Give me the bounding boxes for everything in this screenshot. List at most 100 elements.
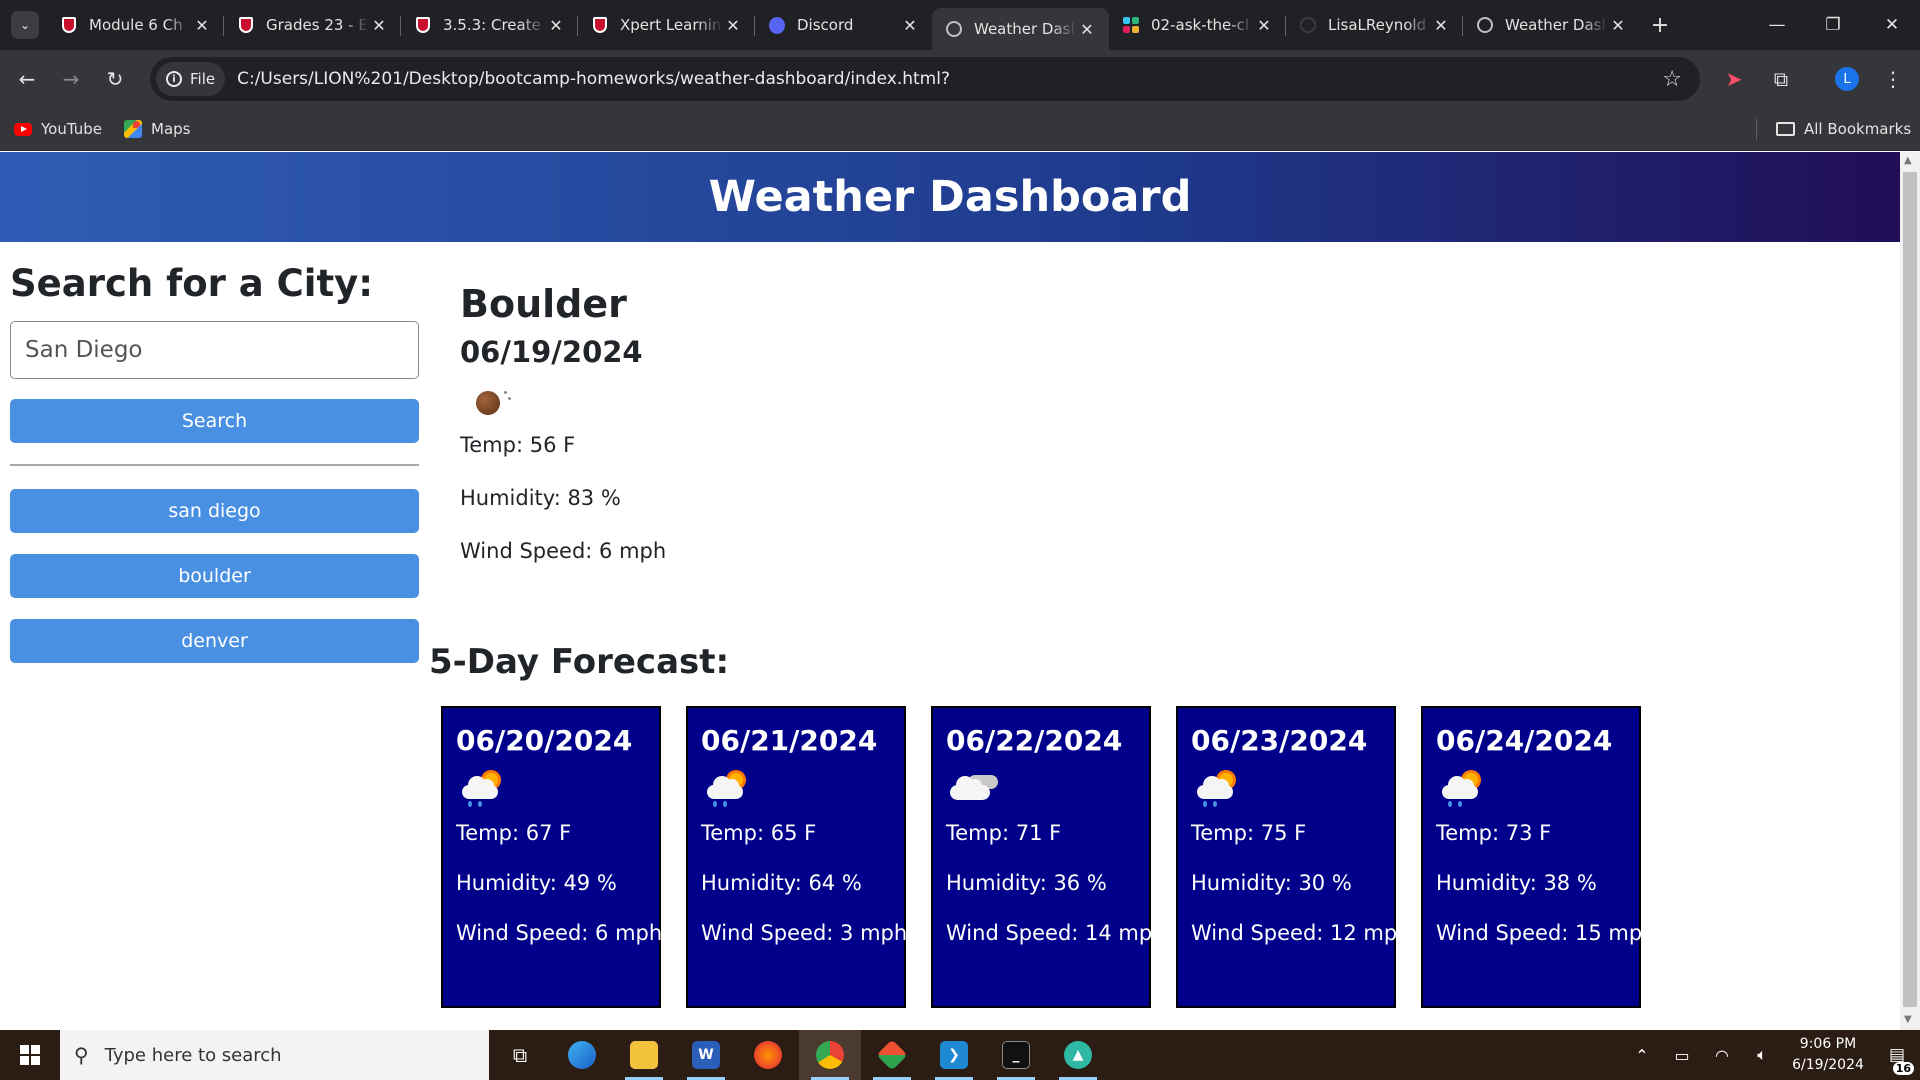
puzzle-icon[interactable]: ⧉	[1759, 50, 1803, 108]
wifi-icon[interactable]: ◠	[1702, 1046, 1742, 1065]
app-header: Weather Dashboard	[0, 152, 1900, 242]
bookmark-label: Maps	[151, 120, 191, 138]
sun-rain-cloud-icon	[1191, 767, 1247, 811]
extension-icon[interactable]: ➤	[1712, 50, 1756, 108]
close-icon[interactable]: ✕	[900, 16, 920, 35]
close-icon[interactable]: ✕	[192, 16, 212, 35]
taskbar-app-edge[interactable]	[551, 1030, 613, 1080]
minimize-icon[interactable]: —	[1749, 0, 1805, 50]
taskbar-app-explorer[interactable]	[613, 1030, 675, 1080]
tab[interactable]: Discord ✕	[755, 0, 932, 50]
profile-avatar[interactable]: L	[1825, 50, 1869, 108]
tab-active[interactable]: Weather Dasl ✕	[932, 8, 1109, 50]
close-icon[interactable]: ✕	[369, 16, 389, 35]
close-icon[interactable]: ✕	[1077, 20, 1097, 39]
close-icon[interactable]: ✕	[1431, 16, 1451, 35]
current-humidity: Humidity: 83 %	[460, 486, 621, 510]
site-info-chip[interactable]: i File	[156, 62, 226, 96]
word-icon: W	[692, 1041, 720, 1069]
forecast-date: 06/22/2024	[946, 724, 1123, 757]
history-button[interactable]: boulder	[10, 554, 419, 598]
current-wind: Wind Speed: 6 mph	[460, 539, 667, 563]
broken-clouds-icon	[946, 767, 1002, 811]
back-arrow-icon[interactable]: ←	[5, 57, 49, 101]
tab-title: 3.5.3: Create	[443, 16, 541, 34]
taskbar-app-vscode[interactable]: ❯	[923, 1030, 985, 1080]
forecast-wind: Wind Speed: 14 mph	[946, 921, 1166, 945]
bookmark-youtube[interactable]: YouTube	[14, 120, 102, 138]
menu-dots-icon[interactable]: ⋮	[1871, 50, 1915, 108]
taskbar-app-git[interactable]	[861, 1030, 923, 1080]
app-icon: ▲	[1064, 1041, 1092, 1069]
search-heading: Search for a City:	[10, 262, 374, 305]
tab[interactable]: Weather Dasl ✕	[1463, 0, 1640, 50]
divider	[1756, 119, 1757, 140]
close-icon[interactable]: ✕	[723, 16, 743, 35]
current-city-name: Boulder	[460, 282, 627, 326]
tab-search-button[interactable]: ⌄	[11, 11, 39, 39]
divider	[10, 464, 419, 466]
chevron-up-icon[interactable]: ⌃	[1622, 1046, 1662, 1065]
search-button[interactable]: Search	[10, 399, 419, 443]
close-icon[interactable]: ✕	[1608, 16, 1628, 35]
close-icon[interactable]: ✕	[546, 16, 566, 35]
history-button[interactable]: san diego	[10, 489, 419, 533]
page-scrollbar[interactable]: ▲ ▼	[1900, 152, 1920, 1030]
edge-icon	[568, 1041, 596, 1069]
address-bar[interactable]: i File C:/Users/LION%201/Desktop/bootcam…	[150, 57, 1700, 101]
task-view-button[interactable]: ⧉	[489, 1030, 551, 1080]
tab[interactable]: Module 6 Ch ✕	[47, 0, 224, 50]
forecast-temp: Temp: 73 F	[1436, 821, 1552, 845]
city-search-input[interactable]	[10, 321, 419, 379]
close-window-icon[interactable]: ✕	[1864, 0, 1920, 50]
scroll-down-icon[interactable]: ▼	[1904, 1014, 1912, 1025]
taskbar-app-terminal[interactable]: _	[985, 1030, 1047, 1080]
bookmark-maps[interactable]: Maps	[124, 120, 190, 138]
firefox-icon	[754, 1041, 782, 1069]
forecast-humidity: Humidity: 49 %	[456, 871, 617, 895]
info-icon: i	[166, 71, 182, 87]
notifications-button[interactable]: ▤ 16	[1874, 1045, 1920, 1075]
reload-icon[interactable]: ↻	[93, 57, 137, 101]
slack-icon	[1123, 17, 1139, 33]
star-icon[interactable]: ☆	[1662, 67, 1682, 92]
taskbar-app-word[interactable]: W	[675, 1030, 737, 1080]
all-bookmarks-button[interactable]: All Bookmarks	[1776, 120, 1911, 138]
tab[interactable]: Xpert Learnin ✕	[578, 0, 755, 50]
tab-title: 02-ask-the-cl	[1151, 16, 1250, 34]
forward-arrow-icon[interactable]: →	[49, 57, 93, 101]
tab[interactable]: LisaLReynold ✕	[1286, 0, 1463, 50]
tab-title: Weather Dasl	[974, 20, 1075, 38]
url-text[interactable]: C:/Users/LION%201/Desktop/bootcamp-homew…	[237, 69, 950, 89]
tab[interactable]: 02-ask-the-cl ✕	[1109, 0, 1286, 50]
shield-icon	[415, 17, 431, 33]
page-viewport: Weather Dashboard Search for a City: Sea…	[0, 152, 1900, 1030]
forecast-date: 06/24/2024	[1436, 724, 1613, 757]
bookmarks-bar: YouTube Maps All Bookmarks	[0, 108, 1920, 151]
sun-rain-cloud-icon	[456, 767, 512, 811]
folder-icon	[630, 1041, 658, 1069]
taskbar-app-other[interactable]: ▲	[1047, 1030, 1109, 1080]
taskbar-search-box[interactable]: ⚲ Type here to search	[60, 1030, 489, 1080]
tab[interactable]: 3.5.3: Create ✕	[401, 0, 578, 50]
battery-icon[interactable]: ▭	[1662, 1046, 1702, 1065]
forecast-card: 06/22/2024 Temp: 71 F Humidity: 36 % Win…	[931, 706, 1166, 1008]
close-icon[interactable]: ✕	[1254, 16, 1274, 35]
scroll-thumb[interactable]	[1903, 172, 1917, 1007]
new-tab-button[interactable]: +	[1642, 13, 1678, 38]
start-button[interactable]	[0, 1030, 60, 1080]
scroll-up-icon[interactable]: ▲	[1904, 155, 1912, 166]
forecast-humidity: Humidity: 36 %	[946, 871, 1107, 895]
discord-icon	[769, 16, 785, 34]
taskbar-app-chrome[interactable]	[799, 1030, 861, 1080]
system-tray: ⌃ ▭ ◠ 🔈︎ 9:06 PM 6/19/2024 ▤ 16	[1622, 1030, 1920, 1080]
clock-time: 9:06 PM	[1799, 1036, 1857, 1052]
volume-icon[interactable]: 🔈︎	[1742, 1045, 1782, 1065]
tab[interactable]: Grades 23 - E ✕	[224, 0, 401, 50]
taskbar-app-firefox[interactable]	[737, 1030, 799, 1080]
avatar: L	[1835, 67, 1859, 91]
clock[interactable]: 9:06 PM 6/19/2024	[1782, 1034, 1874, 1076]
history-button[interactable]: denver	[10, 619, 419, 663]
restore-icon[interactable]: ❐	[1805, 0, 1861, 50]
forecast-wind: Wind Speed: 3 mph	[701, 921, 908, 945]
